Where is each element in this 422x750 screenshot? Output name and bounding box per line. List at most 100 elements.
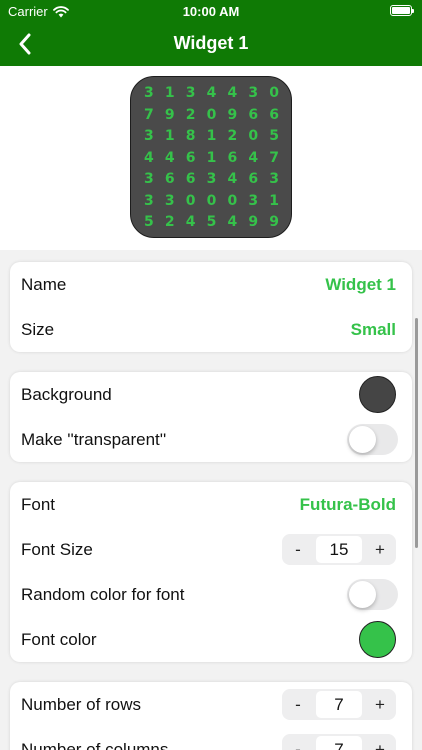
preview-area: 3134430792096631812054461647366346333000… <box>0 66 422 250</box>
grid-digit: 6 <box>248 106 260 123</box>
grid-digit: 3 <box>206 171 218 187</box>
grid-digit: 4 <box>164 149 176 166</box>
grid-digit: 0 <box>206 192 218 209</box>
transparent-label: Make ''transparent'' <box>21 430 167 449</box>
toggle-knob <box>349 581 376 608</box>
navigation-bar: Widget 1 <box>0 22 422 66</box>
background-row: Background <box>10 372 412 417</box>
name-row[interactable]: Name Widget 1 <box>10 262 412 307</box>
general-section: Name Widget 1 Size Small <box>10 262 412 352</box>
font-color-label: Font color <box>21 630 97 649</box>
digit-grid: 3134430792096631812054461647366346333000… <box>139 83 285 234</box>
appearance-section: Background Make ''transparent'' <box>10 372 412 462</box>
widget-preview: 3134430792096631812054461647366346333000… <box>130 76 292 238</box>
grid-digit: 6 <box>164 171 176 187</box>
font-size-decrement-button[interactable]: - <box>282 534 314 565</box>
grid-digit: 4 <box>227 171 239 187</box>
grid-digit: 7 <box>269 149 280 166</box>
random-color-label: Random color for font <box>21 585 185 604</box>
rows-value[interactable]: 7 <box>316 691 362 718</box>
font-row[interactable]: Font Futura-Bold <box>10 482 412 527</box>
grid-digit: 3 <box>248 85 260 101</box>
grid-digit: 9 <box>269 214 280 230</box>
grid-digit: 4 <box>185 214 197 230</box>
columns-label: Number of columns <box>21 740 169 750</box>
random-color-toggle[interactable] <box>347 579 398 610</box>
rows-label: Number of rows <box>21 695 141 714</box>
settings-scroll-view[interactable]: 3134430792096631812054461647366346333000… <box>0 66 422 750</box>
grid-section: Number of rows - 7 + Number of columns -… <box>10 682 412 750</box>
grid-digit: 9 <box>164 106 176 123</box>
grid-digit: 6 <box>185 171 197 187</box>
grid-digit: 0 <box>185 192 197 209</box>
rows-decrement-button[interactable]: - <box>282 689 314 720</box>
columns-increment-button[interactable]: + <box>364 734 396 750</box>
grid-digit: 4 <box>248 149 260 166</box>
font-value: Futura-Bold <box>299 495 396 514</box>
grid-digit: 3 <box>185 85 197 101</box>
toggle-knob <box>349 426 376 453</box>
font-size-stepper: - 15 + <box>282 534 396 565</box>
rows-row: Number of rows - 7 + <box>10 682 412 727</box>
random-color-row: Random color for font <box>10 572 412 617</box>
grid-digit: 2 <box>185 106 197 123</box>
rows-increment-button[interactable]: + <box>364 689 396 720</box>
grid-digit: 4 <box>144 149 155 166</box>
size-value: Small <box>350 320 396 339</box>
grid-digit: 5 <box>144 214 155 230</box>
grid-digit: 5 <box>206 214 218 230</box>
font-color-row: Font color <box>10 617 412 662</box>
status-bar: Carrier 10:00 AM <box>0 0 422 22</box>
font-label: Font <box>21 495 56 514</box>
grid-digit: 9 <box>248 214 260 230</box>
transparent-row: Make ''transparent'' <box>10 417 412 462</box>
grid-digit: 2 <box>164 214 176 230</box>
grid-digit: 3 <box>144 171 155 187</box>
name-label: Name <box>21 275 67 294</box>
grid-digit: 6 <box>269 106 280 123</box>
grid-digit: 0 <box>269 85 280 101</box>
grid-digit: 6 <box>185 149 197 166</box>
grid-digit: 9 <box>227 106 239 123</box>
name-value: Widget 1 <box>325 275 396 294</box>
grid-digit: 5 <box>269 128 280 144</box>
columns-decrement-button[interactable]: - <box>282 734 314 750</box>
grid-digit: 3 <box>248 192 260 209</box>
font-size-label: Font Size <box>21 540 93 559</box>
grid-digit: 8 <box>185 128 197 144</box>
background-color-swatch[interactable] <box>359 376 396 413</box>
battery-icon <box>390 5 414 16</box>
grid-digit: 1 <box>269 192 280 209</box>
font-color-swatch[interactable] <box>359 621 396 658</box>
grid-digit: 6 <box>227 149 239 166</box>
columns-value[interactable]: 7 <box>316 736 362 750</box>
grid-digit: 1 <box>206 149 218 166</box>
rows-stepper: - 7 + <box>282 689 396 720</box>
transparent-toggle[interactable] <box>347 424 398 455</box>
grid-digit: 4 <box>227 214 239 230</box>
status-time: 10:00 AM <box>182 4 240 19</box>
grid-digit: 1 <box>206 128 218 144</box>
grid-digit: 4 <box>227 85 239 101</box>
grid-digit: 1 <box>164 85 176 101</box>
background-label: Background <box>21 385 112 404</box>
font-section: Font Futura-Bold Font Size - 15 + Random… <box>10 482 412 662</box>
grid-digit: 3 <box>144 85 155 101</box>
grid-digit: 0 <box>227 192 239 209</box>
grid-digit: 7 <box>144 106 155 123</box>
scrollbar[interactable] <box>415 318 418 548</box>
size-row[interactable]: Size Small <box>10 307 412 352</box>
grid-digit: 2 <box>227 128 239 144</box>
font-size-value[interactable]: 15 <box>316 536 362 563</box>
font-size-increment-button[interactable]: + <box>364 534 396 565</box>
grid-digit: 0 <box>248 128 260 144</box>
grid-digit: 4 <box>206 85 218 101</box>
columns-stepper: - 7 + <box>282 734 396 750</box>
grid-digit: 3 <box>164 192 176 209</box>
grid-digit: 0 <box>206 106 218 123</box>
grid-digit: 3 <box>144 128 155 144</box>
page-title: Widget 1 <box>173 33 249 53</box>
grid-digit: 3 <box>144 192 155 209</box>
columns-row: Number of columns - 7 + <box>10 727 412 750</box>
grid-digit: 6 <box>248 171 260 187</box>
